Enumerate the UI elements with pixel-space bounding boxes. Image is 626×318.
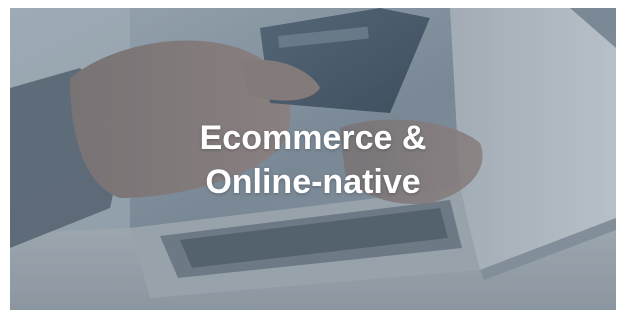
- tile-title-line1: Ecommerce &: [199, 119, 427, 157]
- category-tile[interactable]: Ecommerce & Online-native: [10, 8, 616, 310]
- tile-title-line2: Online-native: [205, 163, 421, 201]
- tile-title: Ecommerce & Online-native: [10, 116, 616, 204]
